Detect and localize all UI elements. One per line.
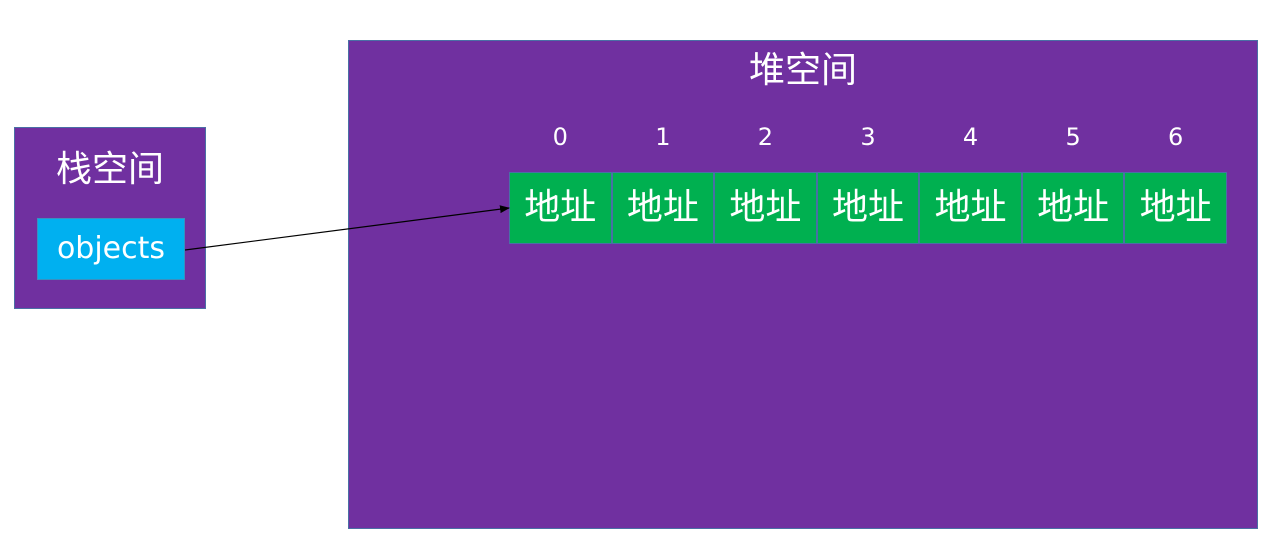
array-cell: 地址: [1124, 172, 1227, 244]
array-index-label: 5: [1065, 123, 1081, 151]
array-cell: 地址: [509, 172, 612, 244]
array-index-label: 6: [1168, 123, 1184, 151]
array-index-label: 0: [552, 123, 568, 151]
array-cell: 地址: [611, 172, 715, 244]
stack-space-region: 栈空间 objects: [14, 127, 206, 309]
objects-variable-box: objects: [37, 218, 185, 280]
array-cell: 地址: [714, 172, 817, 244]
heap-space-region: 堆空间 0 1 2 3 4 5 6 地址 地址 地址 地址 地址 地址 地址: [348, 40, 1258, 529]
array-cell: 地址: [816, 172, 920, 244]
stack-space-title: 栈空间: [55, 149, 164, 190]
heap-space-title: 堆空间: [748, 50, 857, 91]
array-index-label: 2: [757, 123, 774, 151]
array-index-row: 0 1 2 3 4 5 6: [509, 121, 1227, 153]
array-index-label: 1: [655, 123, 671, 151]
array-cell-row: 地址 地址 地址 地址 地址 地址 地址: [509, 172, 1227, 244]
array-cell: 地址: [919, 172, 1022, 244]
array-cell: 地址: [1021, 172, 1125, 244]
array-index-label: 3: [860, 123, 876, 151]
array-index-label: 4: [962, 123, 979, 151]
